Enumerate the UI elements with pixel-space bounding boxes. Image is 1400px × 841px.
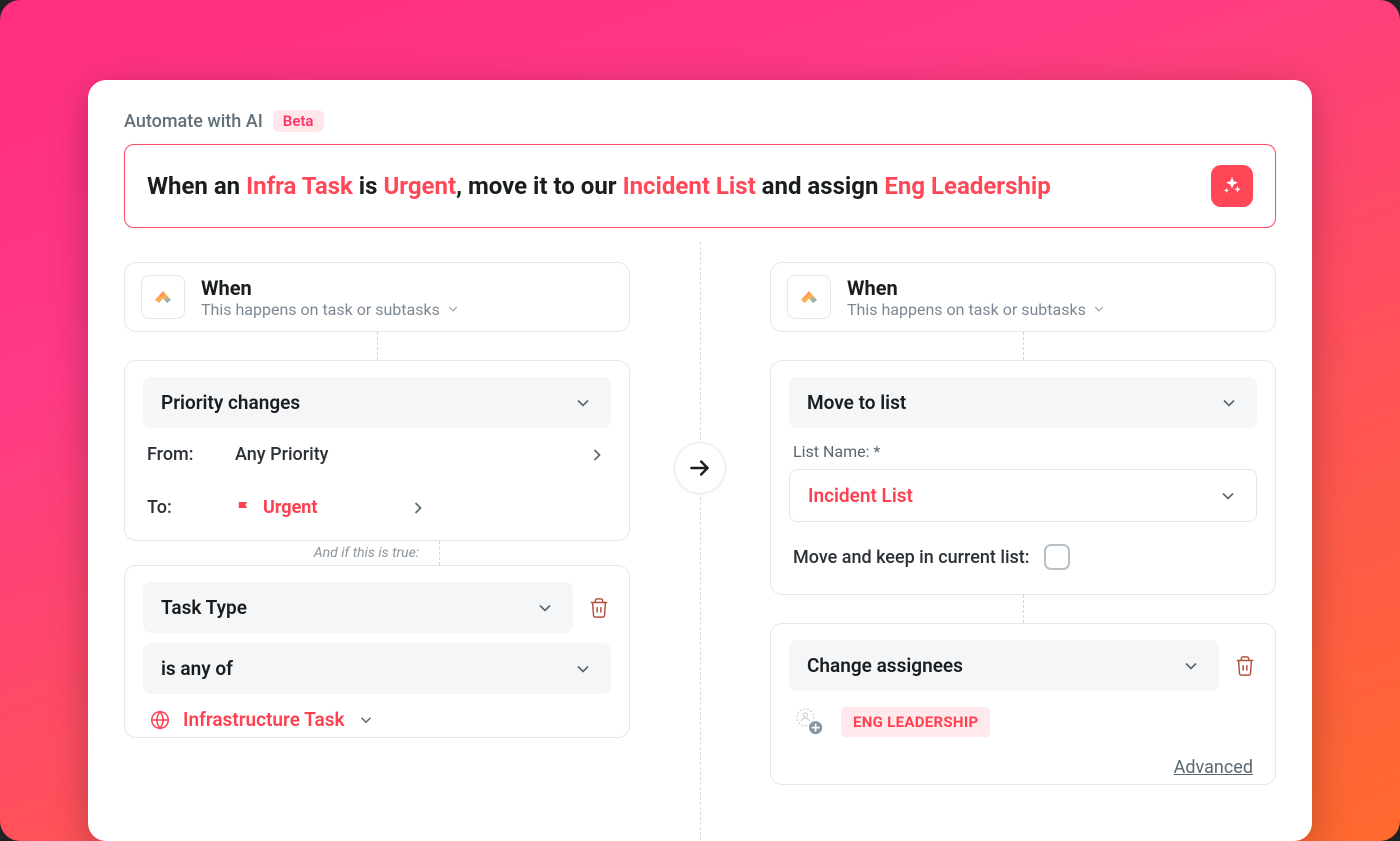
condition-value-row[interactable]: Infrastructure Task: [143, 694, 611, 731]
when-subtitle: This happens on task or subtasks: [847, 300, 1106, 319]
delete-action-button[interactable]: [1233, 654, 1257, 678]
ai-prompt-box[interactable]: When an Infra Task is Urgent, move it to…: [124, 144, 1276, 228]
chevron-down-icon: [573, 659, 593, 679]
app-logo: [141, 275, 185, 319]
assignee-action-select[interactable]: Change assignees: [789, 640, 1219, 691]
vertical-divider: [700, 242, 701, 841]
trash-icon: [1234, 655, 1256, 677]
move-to-list-card: Move to list List Name: * Incident List …: [770, 360, 1276, 595]
app-logo: [787, 275, 831, 319]
action-column: When This happens on task or subtasks Mo…: [700, 262, 1276, 785]
from-priority-row[interactable]: From: Any Priority: [143, 428, 611, 481]
gradient-frame: Automate with AI Beta When an Infra Task…: [0, 0, 1400, 841]
advanced-link[interactable]: Advanced: [1174, 757, 1253, 778]
trigger-type-select[interactable]: Priority changes: [143, 377, 611, 428]
chevron-down-icon: [1219, 393, 1239, 413]
assignee-tag[interactable]: ENG LEADERSHIP: [841, 707, 990, 737]
change-assignees-card: Change assignees: [770, 623, 1276, 785]
chevron-right-icon: [408, 498, 428, 518]
panel-header: Automate with AI Beta: [124, 110, 1276, 132]
advanced-link-row: Advanced: [789, 739, 1257, 778]
connector-line: [1023, 595, 1024, 623]
people-add-icon: [795, 707, 825, 737]
when-subtitle: This happens on task or subtasks: [201, 300, 460, 319]
to-chevron[interactable]: [408, 498, 428, 518]
arrow-right-icon: [687, 455, 713, 481]
condition-connector: And if this is true:: [124, 541, 630, 565]
clickup-logo-icon: [151, 285, 175, 309]
chevron-down-icon: [535, 598, 555, 618]
priority-trigger-card: Priority changes From: Any Priority To:: [124, 360, 630, 541]
panel-title: Automate with AI: [124, 111, 263, 132]
chevron-down-icon: [1218, 486, 1238, 506]
clickup-logo-icon: [797, 285, 821, 309]
ai-prompt-text: When an Infra Task is Urgent, move it to…: [147, 170, 1051, 202]
list-name-select[interactable]: Incident List: [789, 469, 1257, 522]
when-title: When: [847, 276, 1106, 300]
automation-panel: Automate with AI Beta When an Infra Task…: [88, 80, 1312, 841]
when-trigger-card[interactable]: When This happens on task or subtasks: [124, 262, 630, 332]
when-title: When: [201, 276, 460, 300]
connector-line: [1023, 332, 1024, 360]
chevron-down-icon: [1092, 302, 1106, 316]
condition-card: Task Type is any of Infras: [124, 565, 630, 738]
assignee-value-row: ENG LEADERSHIP: [789, 691, 1257, 739]
chevron-right-icon: [587, 445, 607, 465]
globe-icon: [149, 709, 171, 731]
condition-field-select[interactable]: Task Type: [143, 582, 573, 633]
trigger-column: When This happens on task or subtasks Pr…: [124, 262, 700, 738]
sparkle-icon: [1221, 175, 1243, 197]
when-action-card[interactable]: When This happens on task or subtasks: [770, 262, 1276, 332]
list-name-label: List Name: *: [789, 428, 1257, 469]
connector-line: [377, 332, 378, 360]
flow-arrow: [674, 442, 726, 494]
condition-operator-select[interactable]: is any of: [143, 643, 611, 694]
delete-condition-button[interactable]: [587, 596, 611, 620]
chevron-down-icon: [573, 393, 593, 413]
generate-button[interactable]: [1211, 165, 1253, 207]
action-type-select[interactable]: Move to list: [789, 377, 1257, 428]
trash-icon: [588, 597, 610, 619]
keep-in-list-checkbox[interactable]: [1044, 544, 1070, 570]
add-assignee-button[interactable]: [793, 705, 827, 739]
chevron-down-icon: [357, 711, 375, 729]
to-priority-row[interactable]: To: Urgent: [143, 481, 611, 534]
keep-in-list-row: Move and keep in current list:: [789, 522, 1257, 576]
chevron-down-icon: [446, 302, 460, 316]
from-chevron[interactable]: [587, 445, 607, 465]
beta-badge: Beta: [273, 110, 324, 132]
automation-columns: When This happens on task or subtasks Pr…: [124, 262, 1276, 785]
flag-icon: [235, 499, 253, 517]
chevron-down-icon: [1181, 656, 1201, 676]
